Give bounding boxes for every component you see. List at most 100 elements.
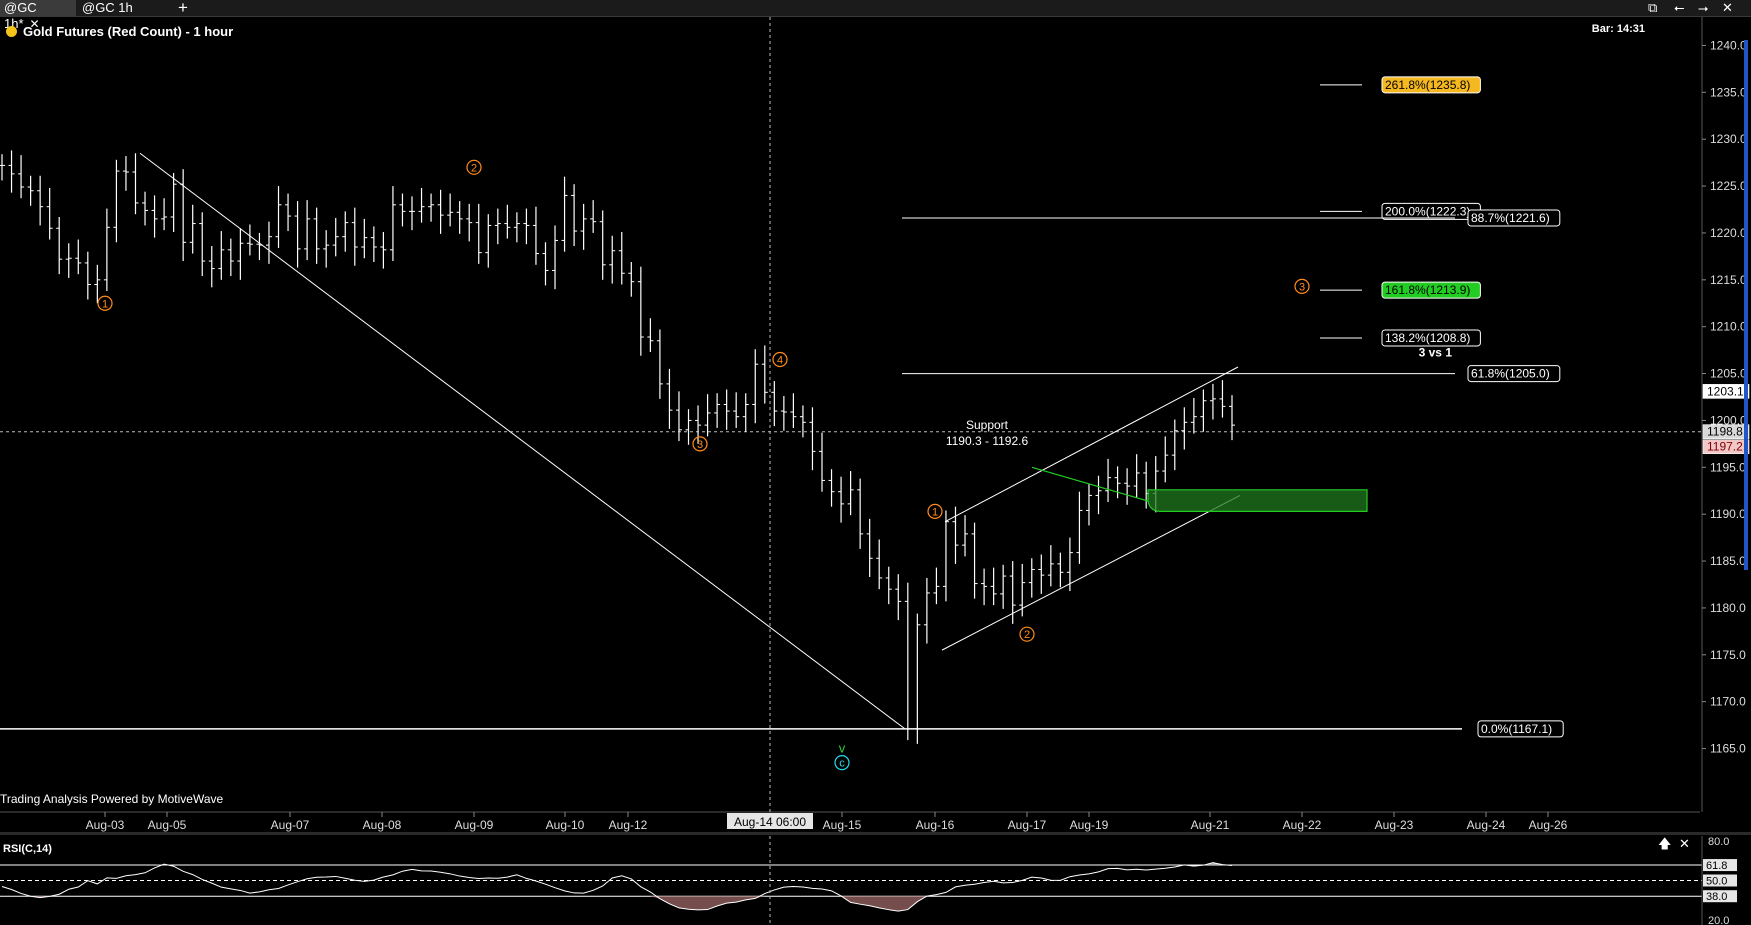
x-tick-label: Aug-07 [271, 818, 310, 832]
price-axis-tag-label: 1197.2 [1707, 440, 1743, 454]
price-bar [532, 206, 539, 265]
price-bar [790, 393, 797, 428]
y-tick-label: 1195.0 [1710, 460, 1746, 474]
price-bar [628, 262, 635, 297]
x-tick-label: Aug-08 [363, 818, 402, 832]
y-tick-label: 1185.0 [1710, 554, 1746, 568]
price-bar [447, 193, 454, 227]
y-tick-label: 1175.0 [1710, 648, 1746, 662]
price-bar [637, 266, 644, 356]
price-bar [656, 329, 663, 399]
price-bar [246, 224, 253, 256]
maximize-pane-icon[interactable]: 🡅 [1658, 836, 1671, 851]
fib-level-label: 200.0%(1222.3) [1385, 204, 1470, 218]
price-bar [27, 175, 34, 206]
y-tick-label: 1235.0 [1710, 85, 1747, 99]
price-axis-tag-label: 1198.8 [1707, 425, 1743, 439]
price-bar [590, 200, 597, 233]
price-bar [132, 153, 139, 215]
wave-label-3: 3 [692, 436, 708, 452]
price-bar [161, 198, 168, 231]
price-bar [580, 203, 587, 250]
close-pane-icon[interactable]: ✕ [1679, 836, 1690, 851]
price-bar [94, 264, 101, 304]
wave-label-2: 2 [466, 159, 482, 175]
price-bar [37, 175, 44, 226]
pin-icon[interactable]: ⧉ [1648, 0, 1657, 16]
price-bar [208, 246, 215, 288]
price-bar [466, 203, 473, 242]
price-bar [761, 345, 768, 404]
fib-level: 0.0%(1167.1) [0, 720, 1564, 738]
y-tick-label: 1180.0 [1710, 601, 1746, 615]
price-bar [294, 201, 301, 268]
pane-divider[interactable] [0, 832, 1751, 835]
price-bar [370, 226, 377, 262]
rsi-level-label: 61.8 [1706, 860, 1727, 872]
wave-label-text: 3 [697, 439, 703, 451]
tab-gc-1h[interactable]: @GC 1h [78, 0, 160, 16]
y-tick-label: 1165.0 [1710, 742, 1746, 756]
tab-gc-1h-modified[interactable]: @GC 1h* ✕ [0, 0, 76, 31]
price-bar [1000, 564, 1007, 609]
price-chart[interactable]: 1240.01235.01230.01225.01220.01215.01210… [0, 17, 1751, 832]
price-bar [513, 212, 520, 243]
price-bar [1209, 383, 1216, 420]
price-bar [265, 221, 272, 264]
price-bar [990, 567, 997, 606]
support-pointer-line [1031, 466, 1149, 502]
forward-arrow-icon[interactable]: ⭢ [1698, 0, 1708, 16]
wave-label-3: 3 [1294, 278, 1310, 294]
price-bar [332, 217, 339, 257]
price-bar [828, 469, 835, 507]
x-tick-label: Aug-21 [1191, 818, 1230, 832]
price-bar [199, 212, 206, 277]
price-bar [714, 393, 721, 428]
y-tick-label: 1220.0 [1710, 226, 1747, 240]
tab-label: @GC 1h [82, 0, 133, 15]
status-dot-icon [6, 26, 17, 37]
price-bar [523, 208, 530, 245]
trendline-wave-c [139, 152, 906, 730]
y-tick-label: 1190.0 [1710, 507, 1746, 521]
support-range-label: 1190.3 - 1192.6 [946, 434, 1029, 448]
price-axis-tag-label: 1203.1 [1707, 384, 1744, 398]
price-axis-scrollbar[interactable] [1744, 40, 1748, 570]
wave-label-1: 1 [927, 503, 943, 519]
crosshair-date-tag: Aug-14 06:00 [727, 813, 813, 829]
price-bar [838, 476, 845, 523]
price-bar [485, 214, 492, 268]
price-bar [456, 201, 463, 234]
price-bar [18, 155, 25, 199]
price-bar [962, 515, 969, 557]
rsi-tick-label: 20.0 [1708, 915, 1729, 925]
price-bar [723, 389, 730, 430]
rsi-level-label: 38.0 [1706, 891, 1727, 903]
y-tick-label: 1170.0 [1710, 695, 1746, 709]
x-tick-label: Aug-23 [1375, 818, 1414, 832]
price-bar [237, 228, 244, 280]
wave-label-2: 2 [1019, 626, 1035, 642]
price-axis-tag: 1198.8 [1702, 424, 1750, 439]
wave-label-text: 2 [471, 162, 477, 174]
close-icon[interactable]: ✕ [1722, 0, 1733, 16]
fib-level: 200.0%(1222.3) [1320, 202, 1481, 220]
price-bar [847, 471, 854, 516]
price-bar [56, 217, 63, 275]
price-bar [561, 176, 568, 252]
wave-label-4: 4 [772, 351, 788, 368]
price-bar [113, 159, 120, 243]
price-bar [409, 196, 415, 231]
wave-label-text: 1 [102, 298, 108, 310]
chart-title: Gold Futures (Red Count) - 1 hour [6, 24, 233, 39]
back-arrow-icon[interactable]: ⭠ [1674, 0, 1684, 16]
price-bar [1229, 395, 1235, 441]
price-bar [1219, 380, 1226, 418]
price-bar [103, 208, 110, 292]
rsi-chart[interactable]: 80.0 61.8 50.0 38.0 20.0 [0, 836, 1751, 925]
wave-label-v: v [839, 741, 846, 756]
add-tab-icon[interactable]: + [178, 0, 188, 18]
price-bar [418, 187, 425, 223]
x-tick-label: Aug-24 [1467, 818, 1506, 832]
x-tick-label: Aug-22 [1283, 818, 1322, 832]
